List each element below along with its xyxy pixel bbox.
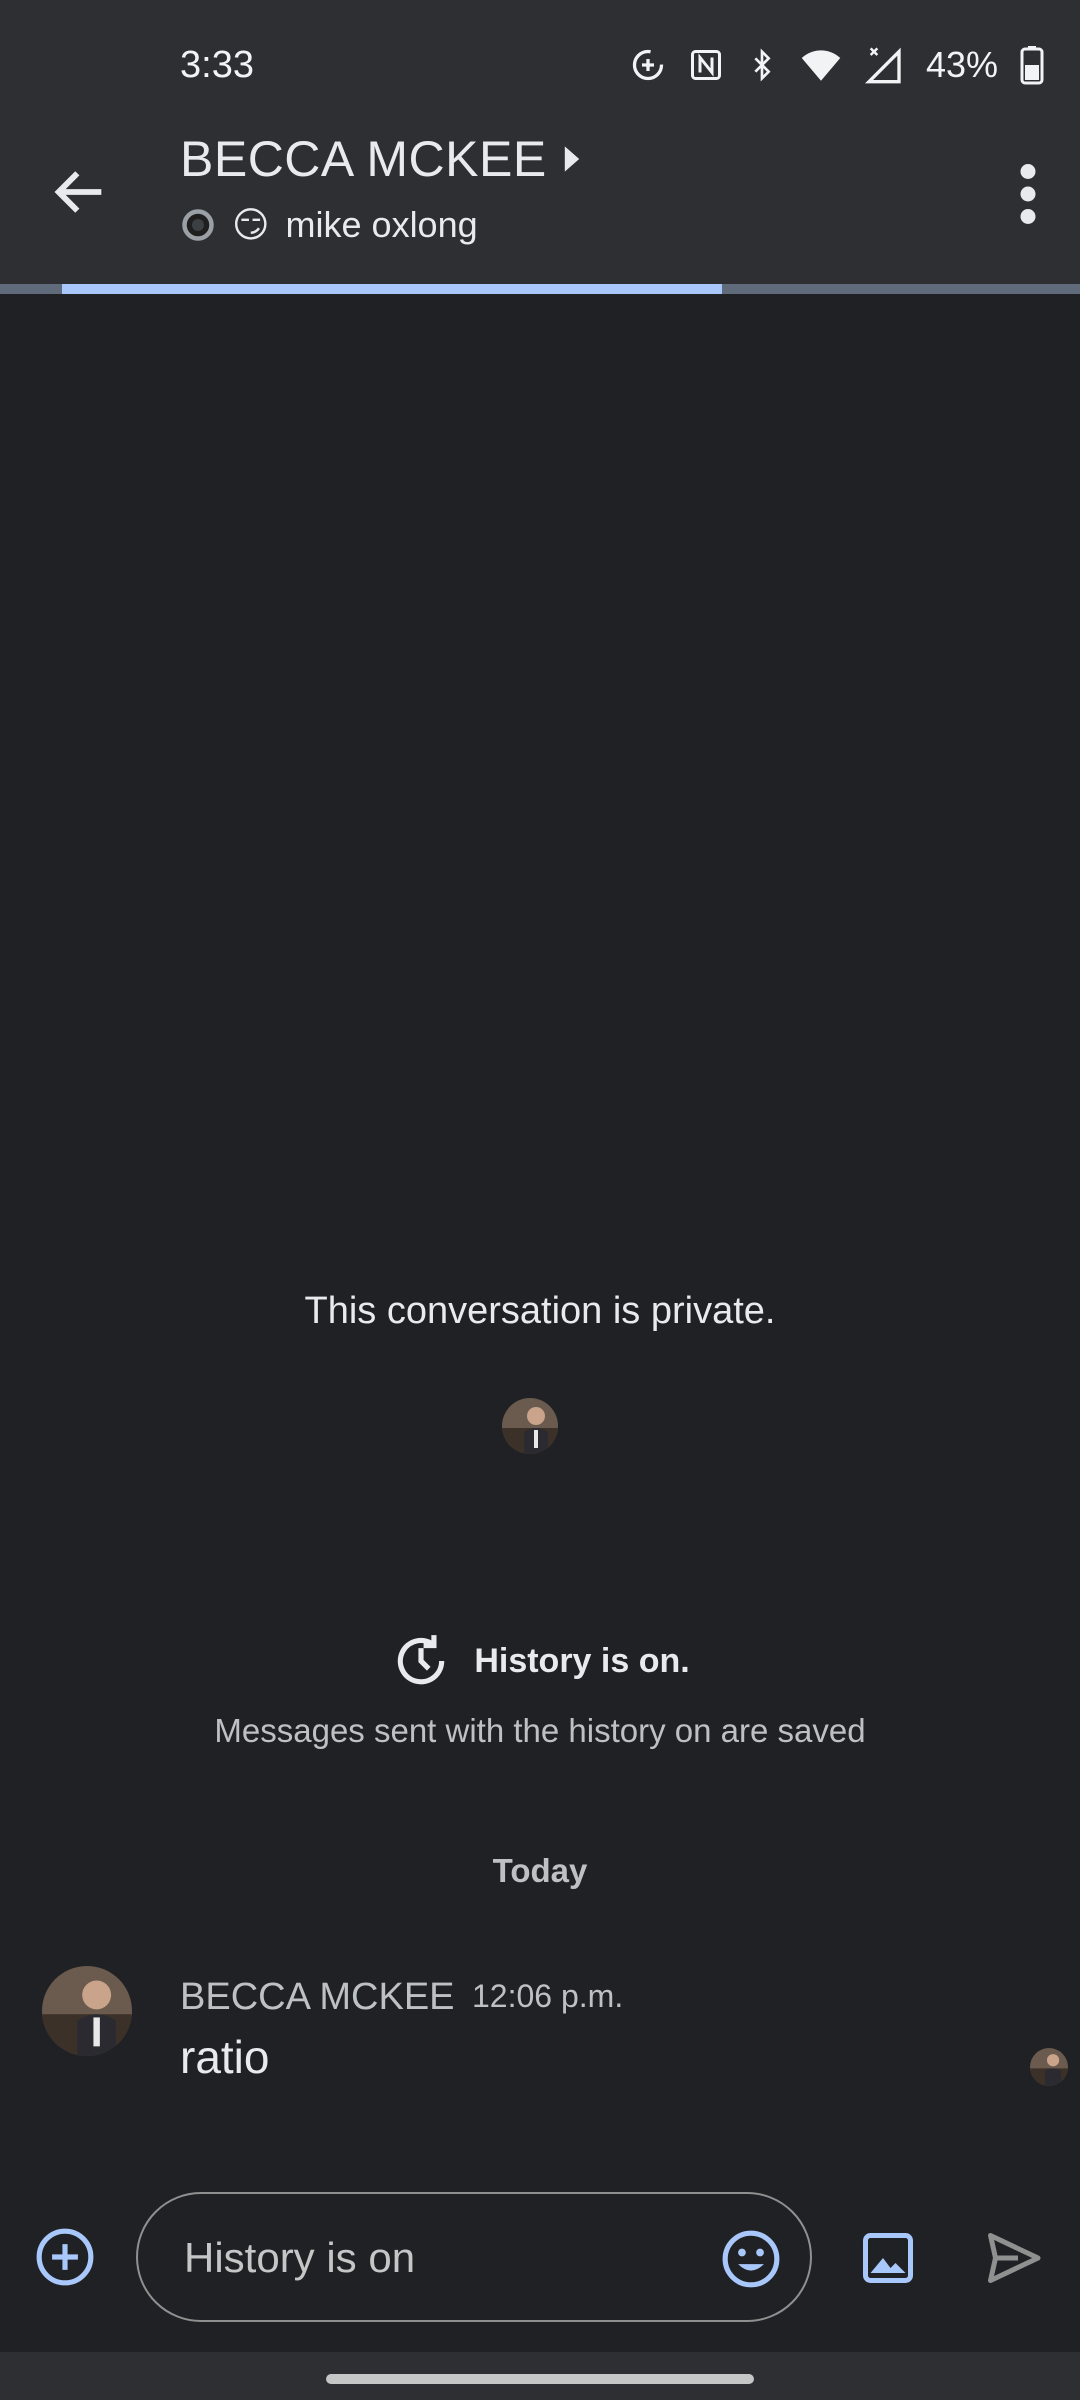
chevron-right-icon [564, 146, 579, 172]
message-input[interactable]: History is on [136, 2192, 812, 2322]
battery-icon [1020, 46, 1044, 85]
back-arrow-icon[interactable] [48, 160, 112, 224]
message-sender: BECCA MCKEE [180, 1976, 455, 2018]
history-icon [398, 1635, 445, 1685]
history-title: History is on. [474, 1641, 690, 1680]
status-ring-icon [182, 209, 214, 241]
contact-avatar-small [502, 1398, 558, 1454]
contact-status: 😏 mike oxlong [180, 204, 478, 246]
avatar[interactable] [42, 1966, 132, 2056]
conversation-title[interactable]: BECCA MCKEE [180, 130, 581, 188]
battery-percent: 43% [925, 44, 998, 85]
history-notice: History is on. [0, 1630, 1080, 1692]
data-saver-icon [632, 49, 664, 81]
gesture-handle[interactable] [326, 2374, 754, 2384]
status-emoji: 😏 [232, 204, 270, 245]
progress-bar [62, 284, 722, 294]
read-receipt-avatar [1030, 2048, 1068, 2086]
image-icon[interactable] [858, 2228, 918, 2288]
status-icons: 43% [630, 44, 1044, 86]
date-divider: Today [492, 1852, 588, 1889]
emoji-icon[interactable] [720, 2228, 782, 2290]
cellular-signal-icon [864, 47, 901, 84]
message-input-placeholder: History is on [184, 2234, 416, 2281]
contact-name: BECCA MCKEE [180, 131, 547, 187]
status-text: mike oxlong [285, 204, 478, 245]
add-attachment-button[interactable] [34, 2226, 96, 2288]
more-options-icon[interactable] [1016, 164, 1040, 224]
wifi-icon [801, 50, 841, 81]
history-description: Messages sent with the history on are sa… [214, 1712, 866, 1749]
message-timestamp: 12:06 p.m. [472, 1978, 624, 2014]
message-text[interactable]: ratio [180, 2030, 269, 2084]
private-notice: This conversation is private. [304, 1290, 776, 1332]
send-icon[interactable] [980, 2228, 1046, 2288]
nfc-icon [690, 50, 721, 80]
bluetooth-icon [754, 48, 771, 82]
status-time: 3:33 [180, 44, 254, 86]
